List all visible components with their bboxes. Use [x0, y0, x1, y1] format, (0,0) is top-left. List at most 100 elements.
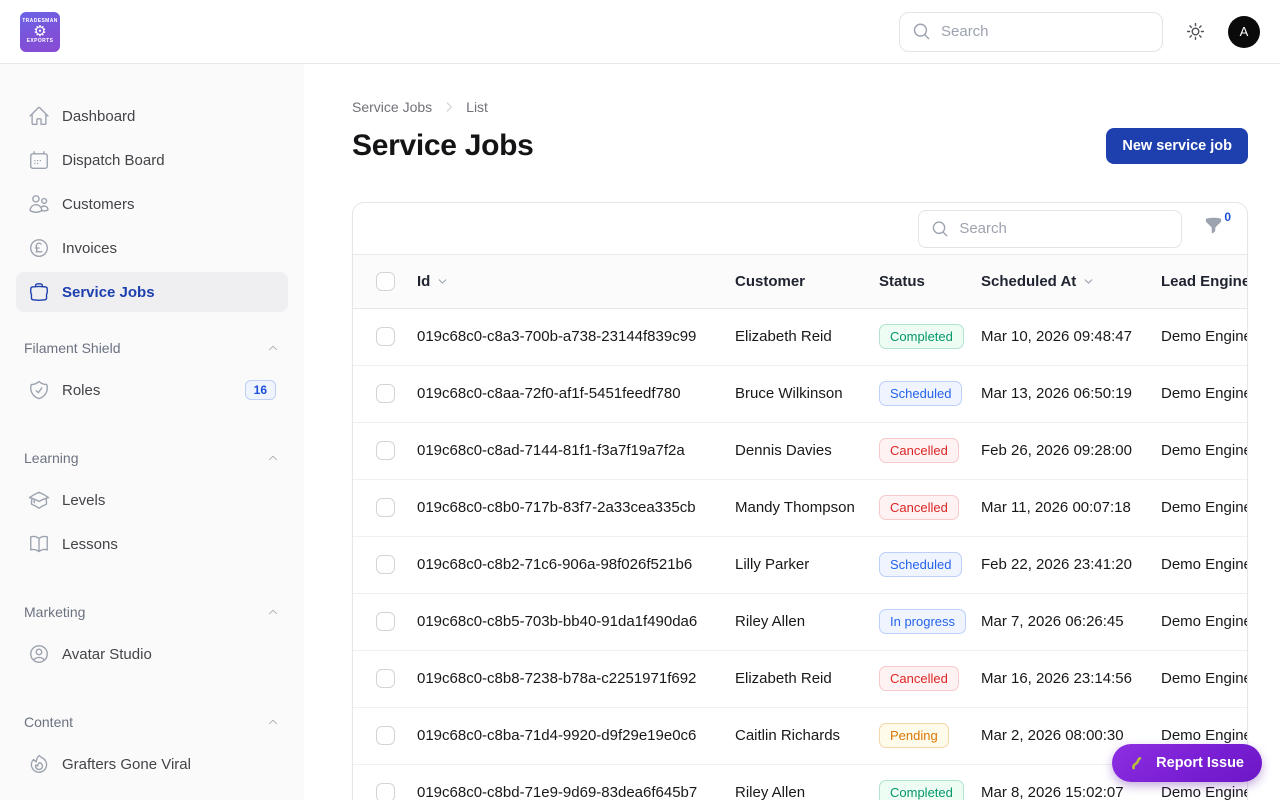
column-header-id[interactable]: Id — [417, 255, 735, 308]
select-row-checkbox[interactable] — [376, 726, 395, 745]
column-header-lead-engineer[interactable]: Lead Engineer — [1161, 255, 1248, 308]
select-row-checkbox[interactable] — [376, 441, 395, 460]
avatar-initial: A — [1240, 24, 1249, 39]
table-row[interactable]: 019c68c0-c8b5-703b-bb40-91da1f490da6Rile… — [353, 593, 1248, 650]
select-row-checkbox[interactable] — [376, 384, 395, 403]
sidebar-item-avatar-studio[interactable]: Avatar Studio — [16, 634, 288, 674]
status-badge: Scheduled — [879, 381, 962, 407]
sidebar-item-dispatch-board[interactable]: Dispatch Board — [16, 140, 288, 180]
cell-customer: Lilly Parker — [735, 536, 879, 593]
cell-status: Pending — [879, 707, 981, 764]
table-header-row: Id Customer Status — [353, 255, 1248, 308]
report-issue-button[interactable]: Report Issue — [1112, 744, 1262, 782]
table-row[interactable]: 019c68c0-c8aa-72f0-af1f-5451feedf780Bruc… — [353, 365, 1248, 422]
topbar: TRADESMAN ⚙ EXPORTS A — [0, 0, 1280, 64]
cell-scheduled-at: Mar 7, 2026 06:26:45 — [981, 593, 1161, 650]
table-row[interactable]: 019c68c0-c8ad-7144-81f1-f3a7f19a7f2aDenn… — [353, 422, 1248, 479]
table-row[interactable]: 019c68c0-c8b8-7238-b78a-c2251971f692Eliz… — [353, 650, 1248, 707]
new-service-job-button[interactable]: New service job — [1106, 128, 1248, 164]
book-open-icon — [28, 533, 50, 555]
status-badge: Scheduled — [879, 552, 962, 578]
cell-id: 019c68c0-c8b5-703b-bb40-91da1f490da6 — [417, 593, 735, 650]
user-circle-icon — [28, 643, 50, 665]
sidebar-groups: Filament Shield Roles16 Learning Levels Less… — [16, 340, 288, 784]
chevron-right-icon — [442, 100, 456, 114]
sidebar-group-header[interactable]: Filament Shield — [16, 340, 288, 356]
shield-check-icon — [28, 379, 50, 401]
sidebar-group-label: Marketing — [24, 604, 85, 620]
cell-id: 019c68c0-c8b2-71c6-906a-98f026f521b6 — [417, 536, 735, 593]
sidebar-item-dashboard[interactable]: Dashboard — [16, 96, 288, 136]
chevron-down-icon — [436, 275, 449, 288]
users-icon — [28, 193, 50, 215]
column-label: Lead Engineer — [1161, 273, 1248, 290]
select-row-checkbox[interactable] — [376, 612, 395, 631]
logo-text-bottom: EXPORTS — [27, 39, 54, 45]
cell-id: 019c68c0-c8aa-72f0-af1f-5451feedf780 — [417, 365, 735, 422]
select-row-checkbox[interactable] — [376, 783, 395, 800]
select-row-checkbox[interactable] — [376, 327, 395, 346]
service-jobs-table: Id Customer Status — [353, 255, 1248, 800]
table-row[interactable]: 019c68c0-c8b2-71c6-906a-98f026f521b6Lill… — [353, 536, 1248, 593]
theme-toggle-button[interactable] — [1185, 21, 1206, 42]
global-search-input[interactable] — [941, 23, 1150, 40]
sidebar-group-header[interactable]: Learning — [16, 450, 288, 466]
sidebar-item-label: Invoices — [62, 240, 276, 257]
sidebar-item-service-jobs[interactable]: Service Jobs — [16, 272, 288, 312]
row-select-cell — [353, 650, 417, 707]
row-select-cell — [353, 365, 417, 422]
sidebar-item-label: Service Jobs — [62, 284, 276, 301]
cell-customer: Bruce Wilkinson — [735, 365, 879, 422]
cell-customer: Dennis Davies — [735, 422, 879, 479]
cell-lead-engineer: Demo Engineer — [1161, 593, 1248, 650]
row-select-cell — [353, 536, 417, 593]
filter-count: 0 — [1224, 210, 1231, 224]
column-header-scheduled-at[interactable]: Scheduled At — [981, 255, 1161, 308]
cell-lead-engineer: Demo Engineer — [1161, 422, 1248, 479]
cell-id: 019c68c0-c8bd-71e9-9d69-83dea6f645b7 — [417, 764, 735, 800]
cell-id: 019c68c0-c8a3-700b-a738-23144f839c99 — [417, 308, 735, 365]
user-avatar[interactable]: A — [1228, 16, 1260, 48]
sidebar-item-label: Levels — [62, 492, 276, 509]
sidebar-group-label: Learning — [24, 450, 79, 466]
status-badge: Cancelled — [879, 666, 959, 692]
select-row-checkbox[interactable] — [376, 669, 395, 688]
sidebar-item-customers[interactable]: Customers — [16, 184, 288, 224]
cell-status: Completed — [879, 308, 981, 365]
sidebar-group-header[interactable]: Marketing — [16, 604, 288, 620]
column-header-status[interactable]: Status — [879, 255, 981, 308]
cell-scheduled-at: Mar 13, 2026 06:50:19 — [981, 365, 1161, 422]
sidebar-item-grafters-gone-viral[interactable]: Grafters Gone Viral — [16, 744, 288, 784]
row-select-cell — [353, 422, 417, 479]
calendar-icon — [28, 149, 50, 171]
column-label: Customer — [735, 273, 805, 290]
select-all-checkbox[interactable] — [376, 272, 395, 291]
breadcrumb: Service Jobs List — [352, 99, 1248, 115]
search-icon — [931, 220, 949, 238]
cell-customer: Elizabeth Reid — [735, 308, 879, 365]
sidebar-group-header[interactable]: Content — [16, 714, 288, 730]
table-row[interactable]: 019c68c0-c8b0-717b-83f7-2a33cea335cbMand… — [353, 479, 1248, 536]
cell-scheduled-at: Mar 10, 2026 09:48:47 — [981, 308, 1161, 365]
status-badge: Cancelled — [879, 438, 959, 464]
cell-scheduled-at: Mar 16, 2026 23:14:56 — [981, 650, 1161, 707]
select-row-checkbox[interactable] — [376, 555, 395, 574]
sidebar-item-lessons[interactable]: Lessons — [16, 524, 288, 564]
row-select-cell — [353, 308, 417, 365]
cell-lead-engineer: Demo Engineer — [1161, 479, 1248, 536]
sidebar-item-invoices[interactable]: Invoices — [16, 228, 288, 268]
select-row-checkbox[interactable] — [376, 498, 395, 517]
cell-customer: Mandy Thompson — [735, 479, 879, 536]
academic-cap-icon — [28, 489, 50, 511]
cell-customer: Caitlin Richards — [735, 707, 879, 764]
table-search-input[interactable] — [959, 220, 1169, 237]
app-logo[interactable]: TRADESMAN ⚙ EXPORTS — [20, 12, 60, 52]
filter-button[interactable]: 0 — [1204, 216, 1231, 235]
sidebar-item-roles[interactable]: Roles16 — [16, 370, 288, 410]
breadcrumb-parent[interactable]: Service Jobs — [352, 99, 432, 115]
column-header-customer[interactable]: Customer — [735, 255, 879, 308]
column-label: Status — [879, 273, 925, 290]
table-row[interactable]: 019c68c0-c8a3-700b-a738-23144f839c99Eliz… — [353, 308, 1248, 365]
cell-scheduled-at: Feb 22, 2026 23:41:20 — [981, 536, 1161, 593]
sidebar-item-levels[interactable]: Levels — [16, 480, 288, 520]
